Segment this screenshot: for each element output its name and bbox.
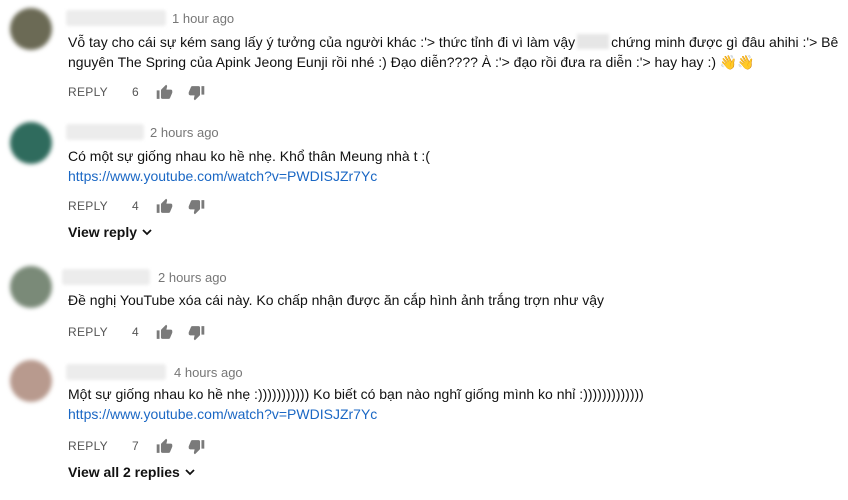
reply-button[interactable]: REPLY (68, 199, 108, 213)
thumbs-down-icon[interactable] (188, 197, 206, 215)
reply-button[interactable]: REPLY (68, 439, 108, 453)
comment-link-line: https://www.youtube.com/watch?v=PWDISJZr… (68, 166, 377, 186)
comment-timestamp[interactable]: 2 hours ago (150, 125, 219, 140)
avatar[interactable] (10, 122, 52, 164)
thumbs-down-icon[interactable] (188, 323, 206, 341)
view-replies-label: View reply (68, 224, 138, 240)
comment-text-line: Đề nghị YouTube xóa cái này. Ko chấp nhậ… (68, 292, 605, 308)
like-count: 4 (131, 325, 139, 339)
author-name-redacted[interactable] (66, 10, 166, 26)
video-link[interactable]: https://www.youtube.com/watch?v=PWDISJZr… (68, 406, 377, 422)
comment-timestamp[interactable]: 1 hour ago (172, 11, 234, 26)
avatar[interactable] (10, 266, 52, 308)
thumbs-down-icon[interactable] (188, 83, 206, 101)
like-count: 4 (131, 199, 139, 213)
video-link[interactable]: https://www.youtube.com/watch?v=PWDISJZr… (68, 168, 377, 184)
chevron-down-icon (142, 229, 152, 236)
comment-text: Vỗ tay cho cái sự kém sang lấy ý tưởng c… (68, 32, 838, 52)
view-replies-label: View all 2 replies (68, 464, 180, 480)
thumbs-down-icon[interactable] (188, 437, 206, 455)
avatar[interactable] (10, 360, 52, 402)
thumbs-up-icon[interactable] (156, 83, 174, 101)
comment-link-line: https://www.youtube.com/watch?v=PWDISJZr… (68, 404, 377, 424)
view-replies-button[interactable]: View all 2 replies (68, 464, 196, 480)
view-replies-button[interactable]: View reply (68, 224, 153, 240)
reply-button[interactable]: REPLY (68, 85, 108, 99)
comment-actions: REPLY 6 (68, 82, 206, 102)
comment-text-line: Có một sự giống nhau ko hề nhẹ. Khổ thân… (68, 148, 430, 164)
comment-text-line: nguyên The Spring của Apink Jeong Eunji … (68, 54, 755, 70)
author-name-redacted[interactable] (66, 364, 166, 380)
thumbs-up-icon[interactable] (156, 197, 174, 215)
comment-timestamp[interactable]: 4 hours ago (174, 365, 243, 380)
reply-button[interactable]: REPLY (68, 325, 108, 339)
comment-actions: REPLY 4 (68, 196, 206, 216)
author-name-redacted[interactable] (66, 124, 144, 140)
redacted-word (577, 34, 610, 49)
author-name-redacted[interactable] (62, 269, 150, 285)
chevron-down-icon (185, 469, 195, 476)
comment-text-part: chứng minh được gì đâu ahihi :'> Bê (611, 34, 839, 50)
comment-timestamp[interactable]: 2 hours ago (158, 270, 227, 285)
comment-actions: REPLY 4 (68, 322, 206, 342)
thumbs-up-icon[interactable] (156, 437, 174, 455)
thumbs-up-icon[interactable] (156, 323, 174, 341)
avatar[interactable] (10, 8, 52, 50)
like-count: 6 (131, 85, 139, 99)
comment-actions: REPLY 7 (68, 436, 206, 456)
comment-text-line: Một sự giống nhau ko hề nhẹ :)))))))))))… (68, 386, 644, 402)
comment-text-part: Vỗ tay cho cái sự kém sang lấy ý tưởng c… (68, 34, 576, 50)
like-count: 7 (131, 439, 139, 453)
